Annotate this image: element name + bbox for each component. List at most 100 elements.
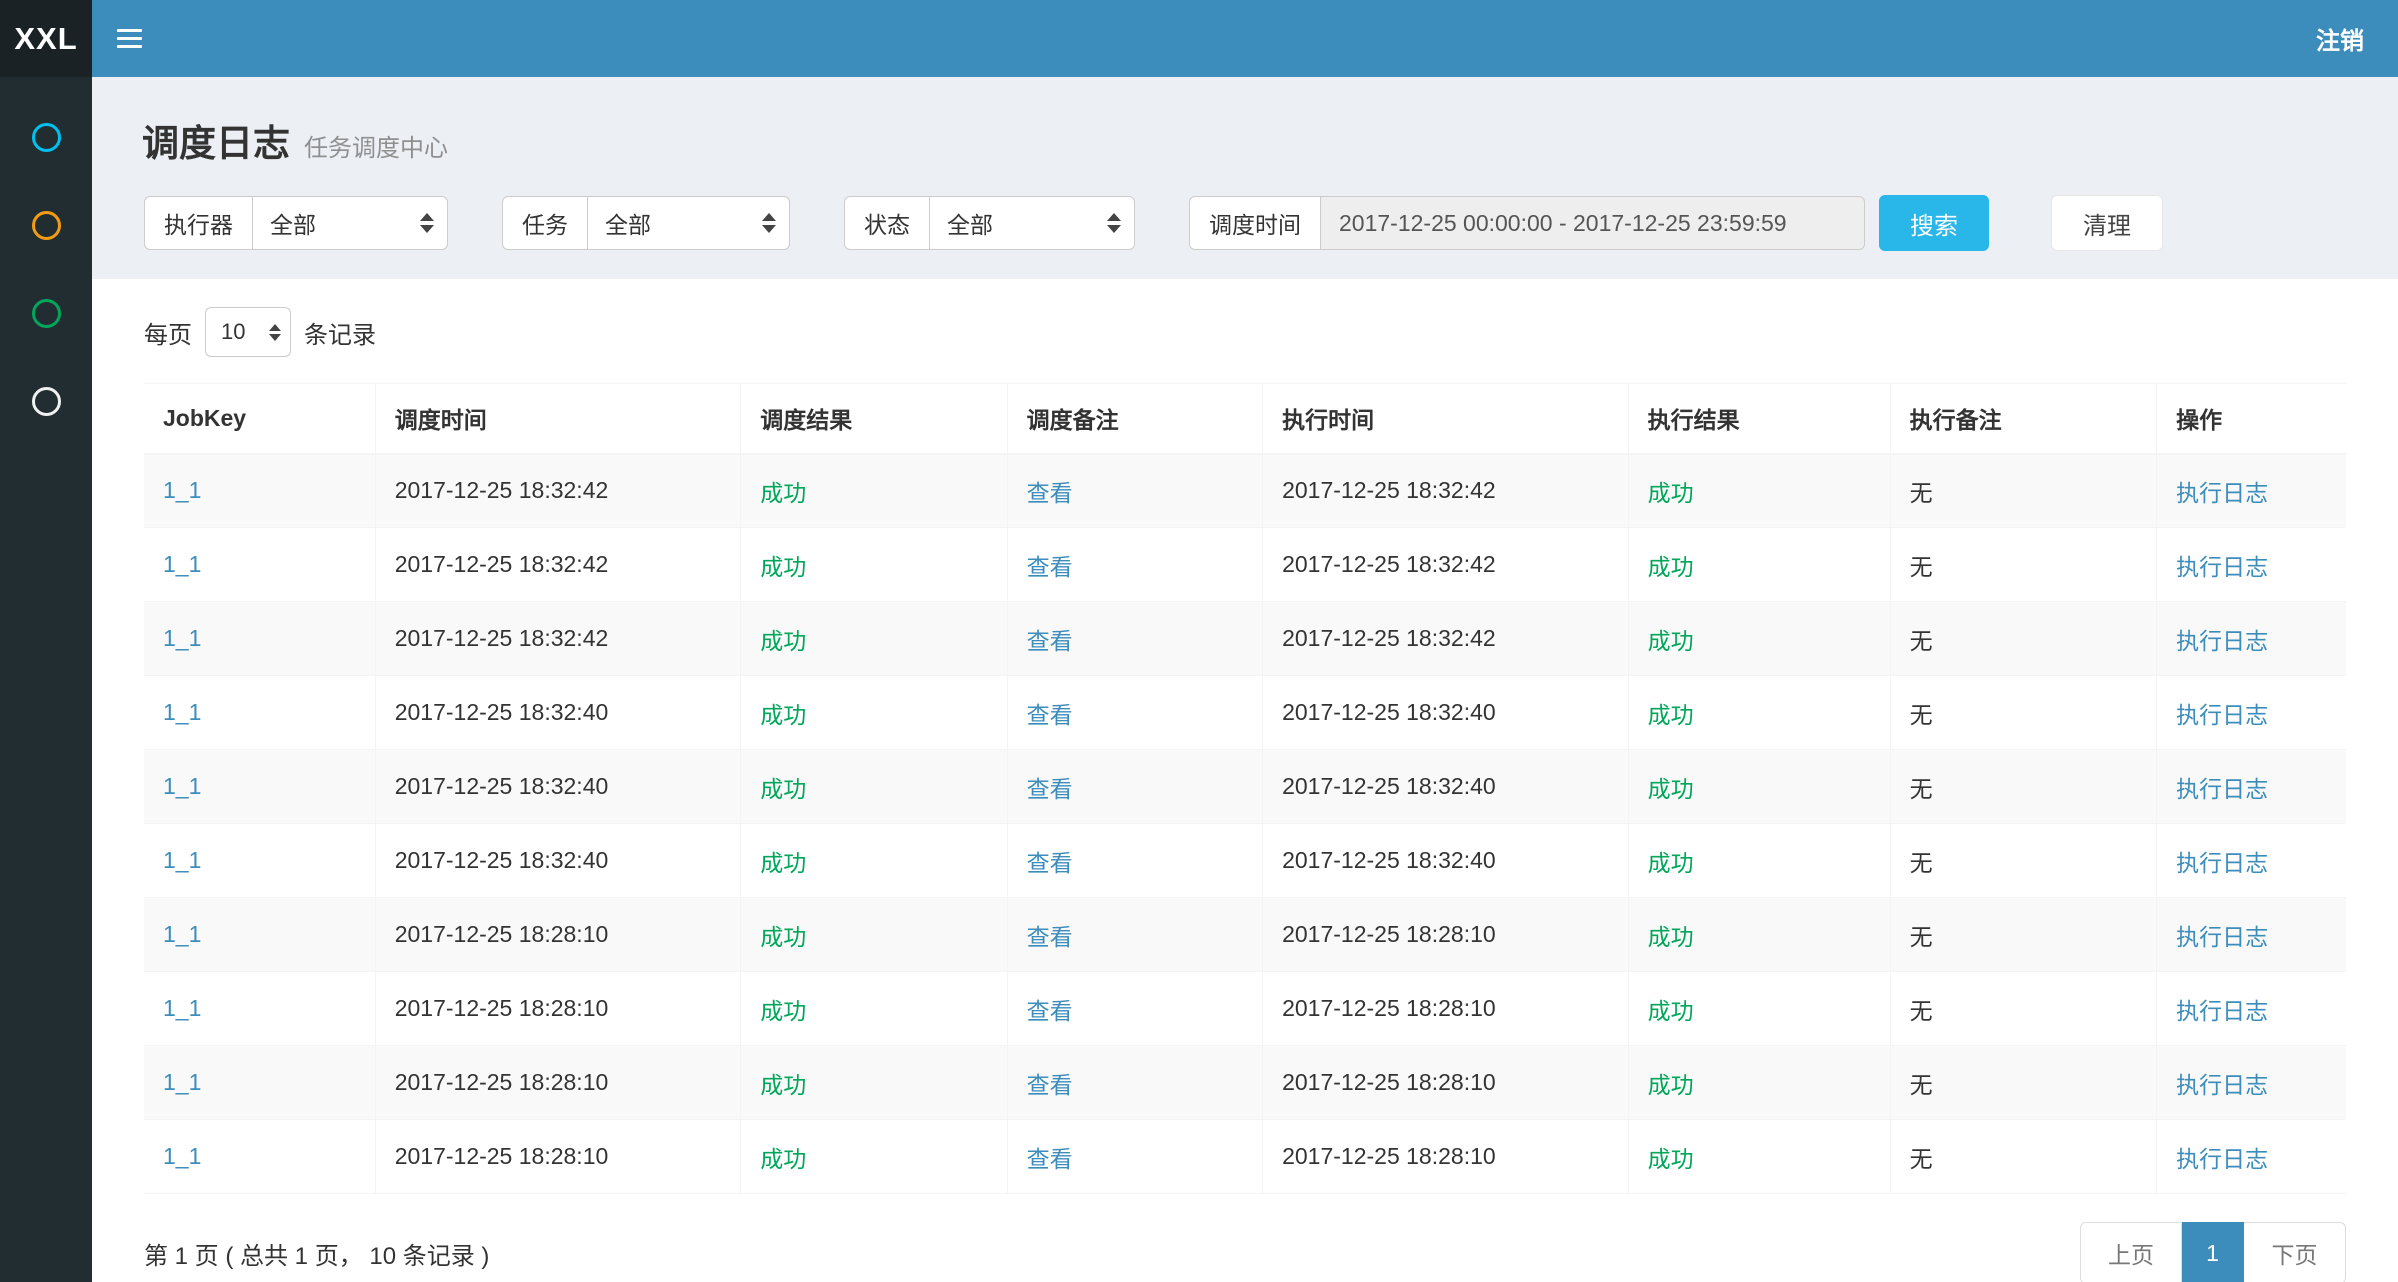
- jobkey-link[interactable]: 1_1: [163, 921, 201, 947]
- trigger-remark-view-link[interactable]: 查看: [1027, 850, 1073, 876]
- trigger-time-cell: 2017-12-25 18:28:10: [375, 972, 741, 1046]
- select-spinner-icon: [1107, 213, 1121, 233]
- job-filter-label: 任务: [502, 196, 587, 250]
- column-header: 执行结果: [1628, 384, 1890, 454]
- handle-time-cell: 2017-12-25 18:28:10: [1263, 898, 1629, 972]
- jobkey-link[interactable]: 1_1: [163, 625, 201, 651]
- logout-link[interactable]: 注销: [2282, 0, 2398, 77]
- trigger-result-text: 成功: [760, 554, 806, 580]
- trigger-remark-view-link[interactable]: 查看: [1027, 998, 1073, 1024]
- table-row: 1_1 2017-12-25 18:28:10 成功 查看 2017-12-25…: [144, 972, 2346, 1046]
- execution-log-link[interactable]: 执行日志: [2176, 776, 2268, 802]
- execution-log-link[interactable]: 执行日志: [2176, 628, 2268, 654]
- execution-log-link[interactable]: 执行日志: [2176, 1072, 2268, 1098]
- log-table-body: 1_1 2017-12-25 18:32:42 成功 查看 2017-12-25…: [144, 454, 2346, 1194]
- execution-log-link[interactable]: 执行日志: [2176, 850, 2268, 876]
- handle-result-text: 成功: [1648, 924, 1694, 950]
- column-header: 调度备注: [1007, 384, 1262, 454]
- table-row: 1_1 2017-12-25 18:32:40 成功 查看 2017-12-25…: [144, 676, 2346, 750]
- select-spinner-icon: [762, 213, 776, 233]
- trigger-time-cell: 2017-12-25 18:32:40: [375, 750, 741, 824]
- execution-log-link[interactable]: 执行日志: [2176, 1146, 2268, 1172]
- sidebar-menu-item[interactable]: [0, 93, 92, 181]
- jobkey-link[interactable]: 1_1: [163, 773, 201, 799]
- handle-remark-cell: 无: [1890, 454, 2156, 528]
- table-footer: 第 1 页 ( 总共 1 页， 10 条记录 ) 上页 1 下页: [144, 1194, 2346, 1282]
- handle-time-cell: 2017-12-25 18:28:10: [1263, 972, 1629, 1046]
- header-row: JobKey调度时间调度结果调度备注执行时间执行结果执行备注操作: [144, 384, 2346, 454]
- menu-circle-icon-4: [32, 387, 61, 416]
- jobkey-link[interactable]: 1_1: [163, 1069, 201, 1095]
- job-select[interactable]: 全部: [587, 196, 790, 250]
- per-page-select[interactable]: 10: [205, 307, 291, 357]
- trigger-remark-view-link[interactable]: 查看: [1027, 480, 1073, 506]
- execution-log-link[interactable]: 执行日志: [2176, 554, 2268, 580]
- trigger-remark-view-link[interactable]: 查看: [1027, 1072, 1073, 1098]
- trigger-remark-view-link[interactable]: 查看: [1027, 776, 1073, 802]
- trigger-remark-view-link[interactable]: 查看: [1027, 702, 1073, 728]
- trigger-result-text: 成功: [760, 776, 806, 802]
- column-header: 调度时间: [375, 384, 741, 454]
- handle-remark-cell: 无: [1890, 1120, 2156, 1194]
- handle-time-cell: 2017-12-25 18:32:40: [1263, 676, 1629, 750]
- handle-time-cell: 2017-12-25 18:32:40: [1263, 750, 1629, 824]
- handle-result-text: 成功: [1648, 776, 1694, 802]
- job-select-value: 全部: [605, 206, 651, 240]
- executor-select[interactable]: 全部: [252, 196, 448, 250]
- sidebar-menu-item[interactable]: [0, 269, 92, 357]
- column-header: JobKey: [144, 384, 375, 454]
- trigger-remark-view-link[interactable]: 查看: [1027, 924, 1073, 950]
- handle-time-cell: 2017-12-25 18:32:42: [1263, 454, 1629, 528]
- jobkey-link[interactable]: 1_1: [163, 699, 201, 725]
- trigger-time-filter-group: 调度时间: [1189, 196, 1865, 250]
- table-row: 1_1 2017-12-25 18:28:10 成功 查看 2017-12-25…: [144, 898, 2346, 972]
- trigger-remark-view-link[interactable]: 查看: [1027, 1146, 1073, 1172]
- trigger-remark-view-link[interactable]: 查看: [1027, 628, 1073, 654]
- handle-remark-cell: 无: [1890, 898, 2156, 972]
- search-button[interactable]: 搜索: [1879, 195, 1989, 251]
- handle-time-cell: 2017-12-25 18:28:10: [1263, 1046, 1629, 1120]
- table-row: 1_1 2017-12-25 18:32:40 成功 查看 2017-12-25…: [144, 750, 2346, 824]
- execution-log-link[interactable]: 执行日志: [2176, 998, 2268, 1024]
- trigger-result-text: 成功: [760, 628, 806, 654]
- table-row: 1_1 2017-12-25 18:32:42 成功 查看 2017-12-25…: [144, 602, 2346, 676]
- handle-result-text: 成功: [1648, 850, 1694, 876]
- sidebar-toggle-button[interactable]: [92, 0, 166, 77]
- trigger-result-text: 成功: [760, 702, 806, 728]
- page-number-button[interactable]: 1: [2182, 1222, 2244, 1282]
- execution-log-link[interactable]: 执行日志: [2176, 702, 2268, 728]
- per-page-select-value: 10: [221, 319, 245, 345]
- table-row: 1_1 2017-12-25 18:32:40 成功 查看 2017-12-25…: [144, 824, 2346, 898]
- jobkey-link[interactable]: 1_1: [163, 995, 201, 1021]
- execution-log-link[interactable]: 执行日志: [2176, 924, 2268, 950]
- status-filter-group: 状态 全部: [844, 196, 1135, 250]
- status-select-value: 全部: [947, 206, 993, 240]
- per-page-control: 每页 10 条记录: [144, 307, 2346, 357]
- handle-result-text: 成功: [1648, 480, 1694, 506]
- status-select[interactable]: 全部: [929, 196, 1135, 250]
- menu-circle-icon-1: [32, 123, 61, 152]
- handle-remark-cell: 无: [1890, 602, 2156, 676]
- trigger-remark-view-link[interactable]: 查看: [1027, 554, 1073, 580]
- sidebar-menu-item[interactable]: [0, 181, 92, 269]
- jobkey-link[interactable]: 1_1: [163, 551, 201, 577]
- execution-log-link[interactable]: 执行日志: [2176, 480, 2268, 506]
- prev-page-button[interactable]: 上页: [2080, 1222, 2182, 1282]
- app-logo: XXL: [0, 0, 92, 77]
- jobkey-link[interactable]: 1_1: [163, 477, 201, 503]
- jobkey-link[interactable]: 1_1: [163, 847, 201, 873]
- sidebar-menu-item[interactable]: [0, 357, 92, 445]
- executor-filter-label: 执行器: [144, 196, 252, 250]
- handle-result-text: 成功: [1648, 628, 1694, 654]
- sidebar: [0, 77, 92, 1282]
- trigger-time-range-input[interactable]: [1320, 196, 1865, 250]
- jobkey-link[interactable]: 1_1: [163, 1143, 201, 1169]
- hamburger-icon: [117, 29, 142, 32]
- table-row: 1_1 2017-12-25 18:32:42 成功 查看 2017-12-25…: [144, 528, 2346, 602]
- top-navbar: XXL 注销: [0, 0, 2398, 77]
- handle-time-cell: 2017-12-25 18:32:42: [1263, 602, 1629, 676]
- clear-button[interactable]: 清理: [2051, 195, 2163, 251]
- trigger-time-cell: 2017-12-25 18:28:10: [375, 1120, 741, 1194]
- next-page-button[interactable]: 下页: [2244, 1222, 2346, 1282]
- handle-remark-cell: 无: [1890, 676, 2156, 750]
